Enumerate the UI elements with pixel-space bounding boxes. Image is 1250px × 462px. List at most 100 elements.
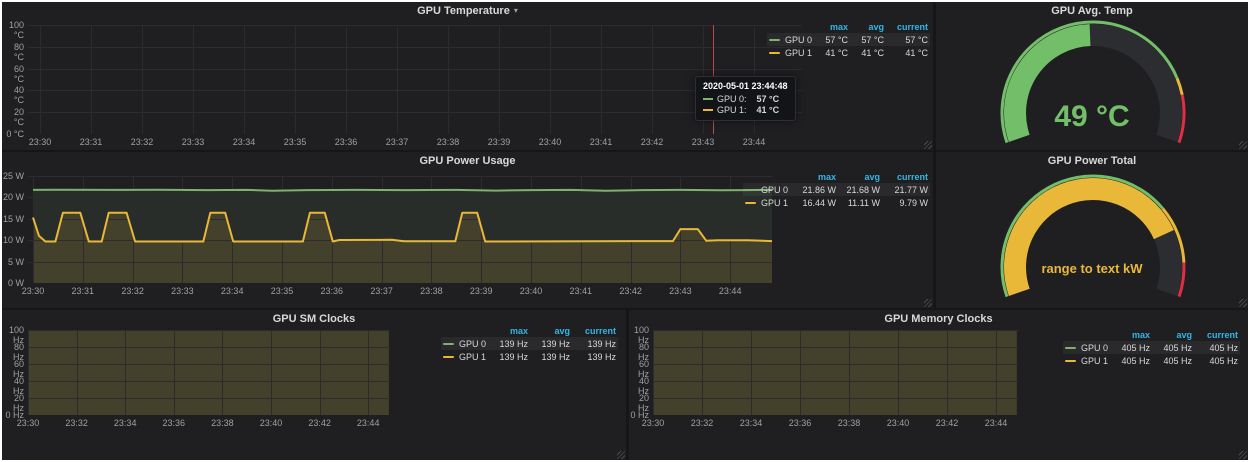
series-swatch-yellow bbox=[703, 109, 713, 111]
series-swatch-green bbox=[703, 98, 713, 100]
legend-stat-value: 405 Hz bbox=[1110, 354, 1152, 367]
legend-header-current[interactable]: current bbox=[1194, 328, 1240, 341]
power-legend: maxavgcurrent GPU 021.86 W21.68 W21.77 W G… bbox=[743, 170, 930, 209]
power-plot-area[interactable] bbox=[28, 176, 772, 283]
temperature-plot-area[interactable] bbox=[28, 25, 802, 134]
sm_clocks-plot-area[interactable] bbox=[28, 330, 390, 415]
x-axis-tick: 23:34 bbox=[224, 137, 264, 147]
legend-stat-value: 57 °C bbox=[814, 33, 850, 46]
x-axis-tick: 23:32 bbox=[57, 418, 97, 428]
panel-resize-handle[interactable] bbox=[924, 141, 932, 149]
series-swatch bbox=[1065, 360, 1076, 362]
x-axis-tick: 23:30 bbox=[13, 286, 53, 296]
legend-stat-value: 11.11 W bbox=[838, 196, 882, 209]
legend-header-max[interactable]: max bbox=[814, 20, 850, 33]
legend-stat-value: 139 Hz bbox=[488, 337, 530, 350]
x-axis-tick: 23:44 bbox=[348, 418, 388, 428]
sm_clocks-area-gpu1 bbox=[28, 330, 389, 415]
x-axis-tick: 23:31 bbox=[71, 137, 111, 147]
power-line-gpu0 bbox=[33, 190, 772, 191]
legend-stat-value: 9.79 W bbox=[882, 196, 930, 209]
tooltip-timestamp: 2020-05-01 23:44:48 bbox=[703, 81, 788, 91]
x-axis-tick: 23:32 bbox=[682, 418, 722, 428]
x-axis-tick: 23:43 bbox=[660, 286, 700, 296]
x-axis-tick: 23:40 bbox=[511, 286, 551, 296]
panel-title-gpu-sm-clocks[interactable]: GPU SM Clocks bbox=[2, 310, 626, 327]
x-axis-tick: 23:41 bbox=[561, 286, 601, 296]
legend-series-gpu0[interactable]: GPU 0 bbox=[441, 337, 488, 350]
gauge-value-avg-temp: 49 °C bbox=[936, 100, 1248, 134]
memory_clocks-legend: maxavgcurrentGPU 0405 Hz405 Hz405 HzGPU … bbox=[1063, 328, 1240, 367]
panel-gpu-power-usage: GPU Power Usage 25 W20 W15 W10 W5 W0 W23… bbox=[2, 152, 933, 308]
x-axis-tick: 23:34 bbox=[105, 418, 145, 428]
legend-header-current[interactable]: current bbox=[886, 20, 930, 33]
panel-title-gpu-avg-temp[interactable]: GPU Avg. Temp bbox=[936, 2, 1248, 19]
legend-header-avg[interactable]: avg bbox=[838, 170, 882, 183]
legend-series-gpu1[interactable]: GPU 1 bbox=[767, 46, 814, 59]
series-swatch bbox=[443, 343, 454, 345]
x-axis-tick: 23:42 bbox=[927, 418, 967, 428]
x-axis-tick: 23:40 bbox=[878, 418, 918, 428]
legend-series-gpu0[interactable]: GPU 0 bbox=[767, 33, 814, 46]
legend-header-max[interactable]: max bbox=[790, 170, 838, 183]
panel-title-gpu-temperature[interactable]: GPU Temperature ▾ bbox=[2, 2, 933, 19]
gauge-value-arc bbox=[1015, 189, 1164, 292]
panel-title-text: GPU Temperature bbox=[417, 5, 510, 17]
x-axis-tick: 23:37 bbox=[362, 286, 402, 296]
x-axis-tick: 23:38 bbox=[829, 418, 869, 428]
legend-stat-value: 405 Hz bbox=[1194, 354, 1240, 367]
legend-series-gpu0[interactable]: GPU 0 bbox=[1063, 341, 1110, 354]
panel-gpu-avg-temp: GPU Avg. Temp 49 °C bbox=[936, 2, 1248, 150]
x-axis-tick: 23:38 bbox=[428, 137, 468, 147]
legend-stat-value: 21.86 W bbox=[790, 183, 838, 196]
legend-series-gpu1[interactable]: GPU 1 bbox=[743, 196, 790, 209]
y-axis-tick: 20 °C bbox=[2, 107, 24, 127]
x-axis-tick: 23:42 bbox=[632, 137, 672, 147]
panel-gpu-power-total: GPU Power Total range to text kW bbox=[936, 152, 1248, 308]
tooltip-row-gpu0: GPU 0: 57 °C bbox=[703, 94, 788, 104]
panel-resize-handle[interactable] bbox=[1239, 451, 1247, 459]
legend-header-current[interactable]: current bbox=[882, 170, 930, 183]
x-axis-tick: 23:36 bbox=[780, 418, 820, 428]
legend-stat-value: 16.44 W bbox=[790, 196, 838, 209]
x-axis-tick: 23:39 bbox=[461, 286, 501, 296]
legend-stat-value: 405 Hz bbox=[1152, 354, 1194, 367]
gauge-value-power-total: range to text kW bbox=[936, 261, 1248, 276]
legend-stat-value: 21.77 W bbox=[882, 183, 930, 196]
panel-title-gpu-memory-clocks[interactable]: GPU Memory Clocks bbox=[629, 310, 1248, 327]
legend-series-gpu0[interactable]: GPU 0 bbox=[743, 183, 790, 196]
legend-stat-value: 21.68 W bbox=[838, 183, 882, 196]
x-axis-tick: 23:36 bbox=[326, 137, 366, 147]
panel-gpu-temperature: GPU Temperature ▾ 2020-05-01 23:44:48 GP… bbox=[2, 2, 933, 150]
panel-resize-handle[interactable] bbox=[924, 299, 932, 307]
x-axis-tick: 23:30 bbox=[8, 418, 48, 428]
legend-header-avg[interactable]: avg bbox=[1152, 328, 1194, 341]
y-axis-tick: 100 °C bbox=[2, 20, 24, 40]
legend-series-gpu1[interactable]: GPU 1 bbox=[441, 350, 488, 363]
legend-header-max[interactable]: max bbox=[1110, 328, 1152, 341]
legend-stat-value: 139 Hz bbox=[572, 350, 618, 363]
x-axis-tick: 23:42 bbox=[300, 418, 340, 428]
x-axis-tick: 23:37 bbox=[377, 137, 417, 147]
panel-title-gpu-power-total[interactable]: GPU Power Total bbox=[936, 152, 1248, 169]
legend-stat-value: 57 °C bbox=[850, 33, 886, 46]
x-axis-tick: 23:36 bbox=[312, 286, 352, 296]
memory_clocks-plot-area[interactable] bbox=[653, 330, 1019, 415]
panel-title-gpu-power-usage[interactable]: GPU Power Usage bbox=[2, 152, 933, 169]
legend-stat-value: 41 °C bbox=[850, 46, 886, 59]
legend-header-avg[interactable]: avg bbox=[850, 20, 886, 33]
chevron-down-icon: ▾ bbox=[514, 6, 518, 15]
legend-stat-value: 139 Hz bbox=[572, 337, 618, 350]
x-axis-tick: 23:36 bbox=[154, 418, 194, 428]
temperature-legend: maxavgcurrentGPU 057 °C57 °C57 °CGPU 141… bbox=[767, 20, 930, 59]
x-axis-tick: 23:40 bbox=[530, 137, 570, 147]
y-axis-tick: 20 W bbox=[2, 192, 24, 202]
legend-stat-value: 405 Hz bbox=[1194, 341, 1240, 354]
panel-gpu-memory-clocks: GPU Memory Clocks 100 Hz80 Hz60 Hz40 Hz2… bbox=[629, 310, 1248, 460]
power_total-gauge bbox=[936, 152, 1248, 308]
x-axis-tick: 23:39 bbox=[479, 137, 519, 147]
legend-stat-value: 139 Hz bbox=[530, 350, 572, 363]
legend-series-gpu1[interactable]: GPU 1 bbox=[1063, 354, 1110, 367]
x-axis-tick: 23:32 bbox=[122, 137, 162, 147]
panel-resize-handle[interactable] bbox=[617, 451, 625, 459]
